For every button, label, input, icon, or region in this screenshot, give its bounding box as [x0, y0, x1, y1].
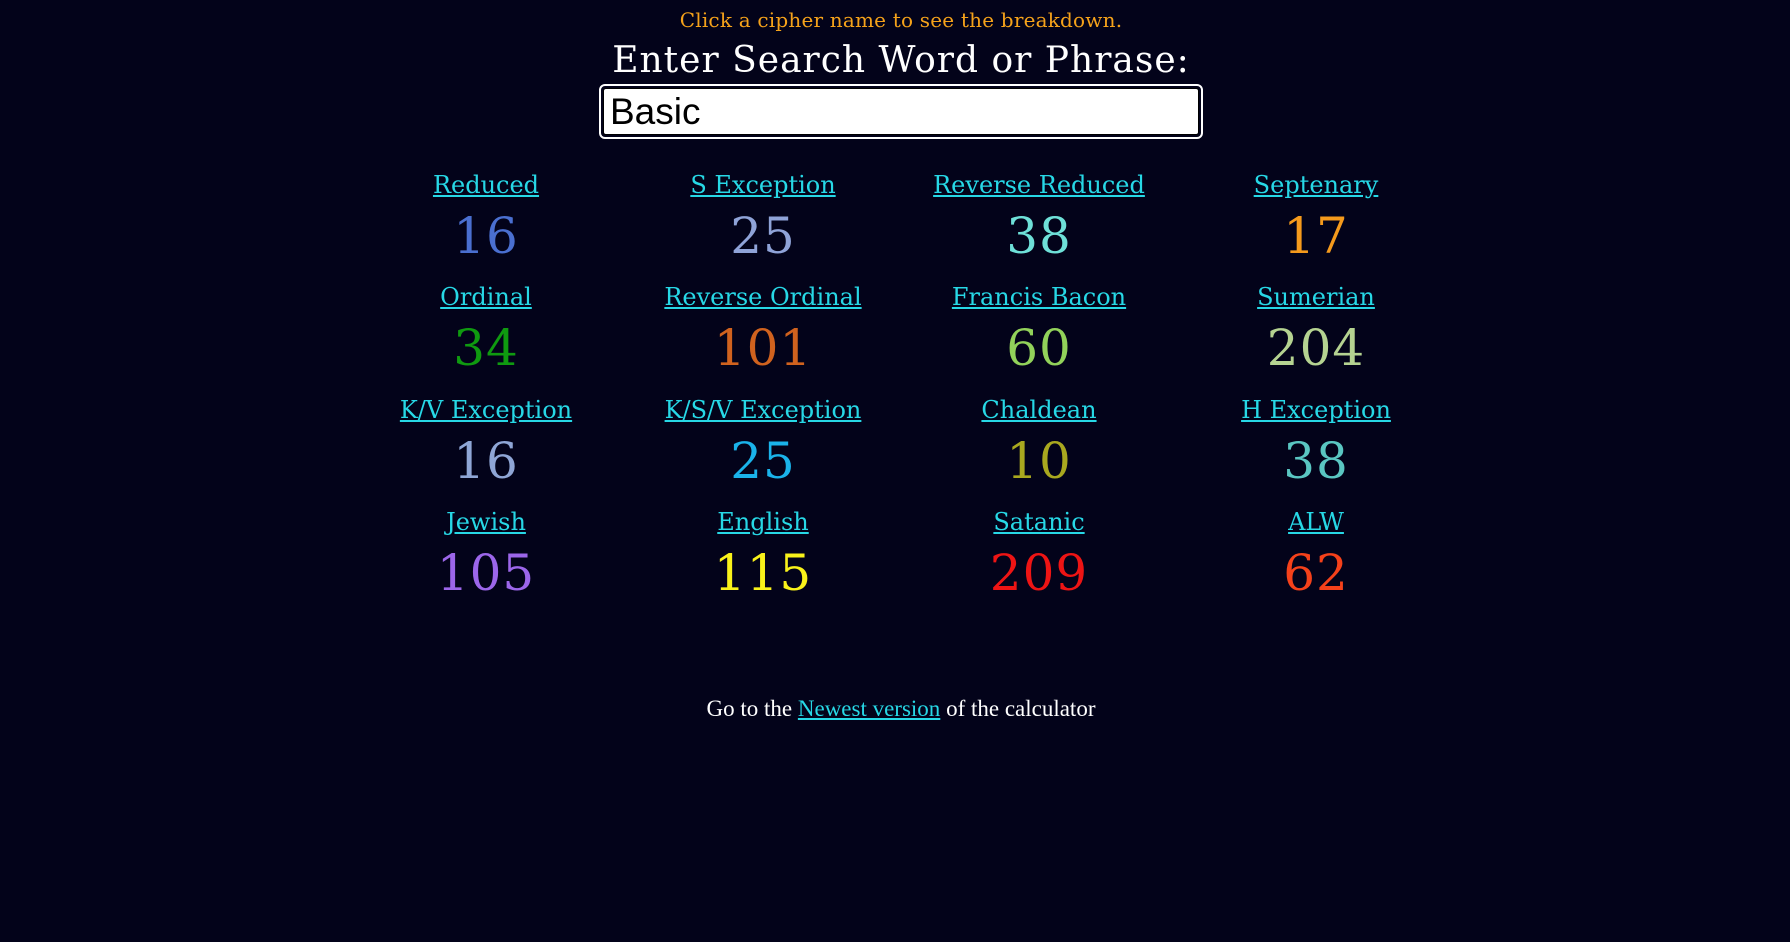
cipher-value: 38 [1006, 207, 1072, 265]
cipher-value: 60 [1006, 319, 1072, 377]
cipher-link-kv-exception[interactable]: K/V Exception [356, 395, 616, 425]
cipher-link-chaldean[interactable]: Chaldean [909, 395, 1169, 425]
cipher-value: 105 [436, 544, 536, 602]
cipher-link-reverse-ordinal[interactable]: Reverse Ordinal [633, 282, 893, 312]
cipher-cell: K/V Exception 16 [356, 395, 616, 491]
cipher-value: 62 [1283, 544, 1349, 602]
cipher-cell: Chaldean 10 [909, 395, 1169, 491]
cipher-link-h-exception[interactable]: H Exception [1186, 395, 1446, 425]
cipher-value: 101 [713, 319, 813, 377]
cipher-value: 38 [1283, 432, 1349, 490]
cipher-link-reverse-reduced[interactable]: Reverse Reduced [909, 170, 1169, 200]
cipher-link-alw[interactable]: ALW [1186, 507, 1446, 537]
cipher-link-english[interactable]: English [633, 507, 893, 537]
cipher-link-satanic[interactable]: Satanic [909, 507, 1169, 537]
cipher-link-septenary[interactable]: Septenary [1186, 170, 1446, 200]
cipher-cell: Reduced 16 [356, 170, 616, 266]
cipher-cell: Reverse Reduced 38 [909, 170, 1169, 266]
cipher-cell: Sumerian 204 [1186, 282, 1446, 378]
cipher-cell: Ordinal 34 [356, 282, 616, 378]
instruction-hint: Click a cipher name to see the breakdown… [679, 8, 1123, 32]
cipher-value: 16 [453, 432, 519, 490]
cipher-value: 16 [453, 207, 519, 265]
search-prompt: Enter Search Word or Phrase: [612, 40, 1190, 81]
cipher-link-reduced[interactable]: Reduced [356, 170, 616, 200]
cipher-cell: Reverse Ordinal 101 [633, 282, 893, 378]
cipher-cell: Francis Bacon 60 [909, 282, 1169, 378]
cipher-value: 115 [713, 544, 813, 602]
cipher-link-jewish[interactable]: Jewish [356, 507, 616, 537]
cipher-value: 204 [1266, 319, 1366, 377]
cipher-link-ordinal[interactable]: Ordinal [356, 282, 616, 312]
cipher-cell: K/S/V Exception 25 [633, 395, 893, 491]
search-box [599, 84, 1203, 139]
cipher-value: 10 [1006, 432, 1072, 490]
footer-prefix: Go to the [706, 696, 793, 721]
footer-note: Go to the Newest version of the calculat… [0, 696, 1790, 722]
search-input[interactable] [603, 88, 1199, 135]
cipher-cell: Jewish 105 [356, 507, 616, 603]
cipher-cell: S Exception 25 [633, 170, 893, 266]
cipher-cell: H Exception 38 [1186, 395, 1446, 491]
cipher-cell: English 115 [633, 507, 893, 603]
cipher-link-s-exception[interactable]: S Exception [633, 170, 893, 200]
cipher-link-sumerian[interactable]: Sumerian [1186, 282, 1446, 312]
cipher-value: 25 [730, 432, 796, 490]
cipher-value: 209 [989, 544, 1089, 602]
cipher-value: 25 [730, 207, 796, 265]
cipher-value: 17 [1283, 207, 1349, 265]
newest-version-link[interactable]: Newest version [798, 696, 940, 721]
cipher-cell: ALW 62 [1186, 507, 1446, 603]
cipher-value: 34 [453, 319, 519, 377]
cipher-cell: Septenary 17 [1186, 170, 1446, 266]
cipher-link-francis-bacon[interactable]: Francis Bacon [909, 282, 1169, 312]
footer-suffix: of the calculator [946, 696, 1096, 721]
cipher-cell: Satanic 209 [909, 507, 1169, 603]
cipher-link-ksv-exception[interactable]: K/S/V Exception [633, 395, 893, 425]
